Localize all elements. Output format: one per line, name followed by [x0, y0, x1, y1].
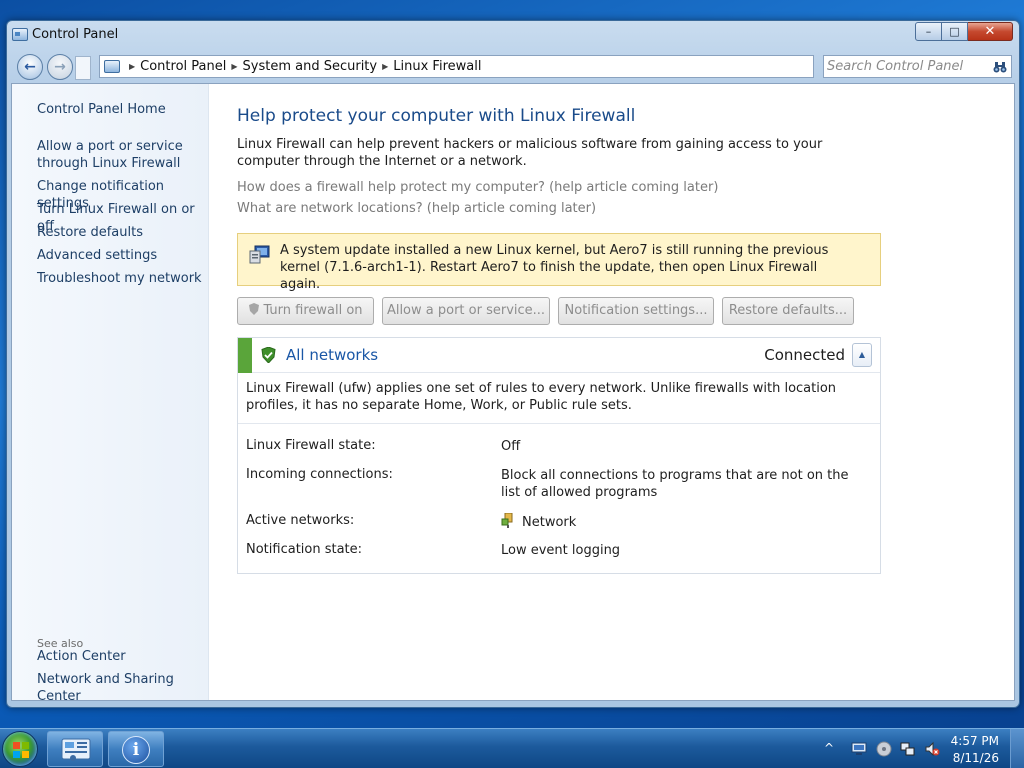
forward-button[interactable]: →: [47, 54, 73, 80]
taskbar: i ^ 4:57 PM 8/11/26: [0, 728, 1024, 768]
network-tray-icon[interactable]: [900, 741, 916, 757]
binoculars-icon[interactable]: [993, 60, 1007, 74]
restore-defaults-link[interactable]: Restore defaults: [37, 224, 207, 241]
firewall-state-value: Off: [501, 439, 521, 454]
main-pane: Help protect your computer with Linux Fi…: [210, 84, 1014, 700]
chevron-right-icon[interactable]: ▶: [231, 62, 237, 71]
notification-state-label: Notification state:: [246, 542, 363, 557]
allow-port-link[interactable]: Allow a port or service through Linux Fi…: [37, 138, 207, 172]
computer-warning-icon: [249, 245, 270, 264]
turn-firewall-on-button[interactable]: Turn firewall on: [237, 297, 374, 325]
advanced-settings-link[interactable]: Advanced settings: [37, 247, 207, 264]
help-link-firewall[interactable]: How does a firewall help protect my comp…: [237, 180, 718, 195]
uac-shield-icon: [249, 303, 260, 315]
window-controls: – □ ✕: [915, 22, 1013, 41]
address-bar[interactable]: ▶ Control Panel ▶ System and Security ▶ …: [99, 55, 814, 78]
breadcrumb-control-panel[interactable]: Control Panel: [140, 59, 226, 74]
page-title: Help protect your computer with Linux Fi…: [237, 106, 636, 126]
active-networks-label: Active networks:: [246, 513, 355, 528]
chevron-right-icon[interactable]: ▶: [129, 62, 135, 71]
taskbar-info-app[interactable]: i: [108, 731, 164, 767]
navigation-bar: ← → ▶ Control Panel ▶ System and Securit…: [14, 53, 1012, 81]
clock-date[interactable]: 8/11/26: [953, 751, 999, 765]
close-button[interactable]: ✕: [968, 22, 1013, 41]
turn-firewall-on-label: Turn firewall on: [263, 303, 363, 318]
panel-description: Linux Firewall (ufw) applies one set of …: [246, 381, 837, 413]
window-title: Control Panel: [32, 27, 119, 42]
search-input[interactable]: Search Control Panel: [823, 55, 1012, 78]
banner-message: A system update installed a new Linux ke…: [280, 243, 829, 292]
action-center-link[interactable]: Action Center: [37, 648, 207, 665]
panel-title[interactable]: All networks: [286, 346, 378, 364]
breadcrumb-linux-firewall[interactable]: Linux Firewall: [393, 59, 481, 74]
content-area: Control Panel Home Allow a port or servi…: [11, 83, 1015, 704]
green-shield-check-icon: [261, 347, 276, 363]
network-panel-header[interactable]: All networks Connected ▲: [238, 338, 880, 373]
active-networks-value: Network: [501, 513, 851, 531]
show-hidden-icons-button[interactable]: ^: [824, 741, 834, 755]
network-panel: All networks Connected ▲ Linux Firewall …: [237, 337, 881, 574]
control-panel-window: Control Panel – □ ✕ ← → ▶ Control Panel …: [6, 20, 1020, 708]
chevron-right-icon[interactable]: ▶: [382, 62, 388, 71]
volume-muted-icon[interactable]: [924, 741, 940, 757]
restore-defaults-button[interactable]: Restore defaults...: [722, 297, 854, 325]
collapse-button[interactable]: ▲: [852, 343, 872, 367]
help-link-network-locations[interactable]: What are network locations? (help articl…: [237, 201, 596, 216]
firewall-state-label: Linux Firewall state:: [246, 438, 376, 453]
info-icon: i: [122, 736, 150, 764]
control-panel-icon: [61, 738, 91, 761]
clock-time[interactable]: 4:57 PM: [951, 734, 999, 748]
status-color-bar: [238, 338, 252, 373]
show-desktop-button[interactable]: [1010, 729, 1024, 768]
control-panel-icon: [104, 60, 120, 73]
notification-state-value: Low event logging: [501, 543, 621, 558]
left-navigation-pane: Control Panel Home Allow a port or servi…: [12, 84, 209, 704]
incoming-connections-label: Incoming connections:: [246, 467, 393, 482]
kernel-update-banner: A system update installed a new Linux ke…: [237, 233, 881, 292]
start-button[interactable]: [2, 731, 38, 767]
allow-port-button[interactable]: Allow a port or service...: [382, 297, 550, 325]
back-button[interactable]: ←: [17, 54, 43, 80]
taskbar-control-panel[interactable]: [47, 731, 103, 767]
title-bar[interactable]: Control Panel – □ ✕: [7, 21, 1019, 47]
network-icon: [501, 513, 513, 528]
windows-logo-icon: [13, 742, 29, 758]
disc-tray-icon[interactable]: [876, 741, 892, 757]
recent-pages-button[interactable]: [75, 56, 91, 80]
divider: [238, 423, 880, 424]
minimize-button[interactable]: –: [915, 22, 942, 41]
connection-status: Connected: [764, 346, 845, 364]
incoming-connections-value: Block all connections to programs that a…: [501, 468, 849, 500]
notification-settings-button[interactable]: Notification settings...: [558, 297, 714, 325]
network-name: Network: [522, 515, 577, 530]
search-placeholder: Search Control Panel: [827, 59, 964, 74]
action-center-tray-icon[interactable]: [851, 741, 867, 757]
control-panel-icon: [12, 28, 28, 41]
control-panel-home-link[interactable]: Control Panel Home: [37, 101, 207, 118]
network-sharing-center-link[interactable]: Network and Sharing Center: [37, 671, 207, 705]
intro-text: Linux Firewall can help prevent hackers …: [237, 137, 823, 169]
breadcrumb-system-and-security[interactable]: System and Security: [243, 59, 378, 74]
troubleshoot-network-link[interactable]: Troubleshoot my network: [37, 270, 207, 287]
maximize-button[interactable]: □: [942, 22, 968, 41]
